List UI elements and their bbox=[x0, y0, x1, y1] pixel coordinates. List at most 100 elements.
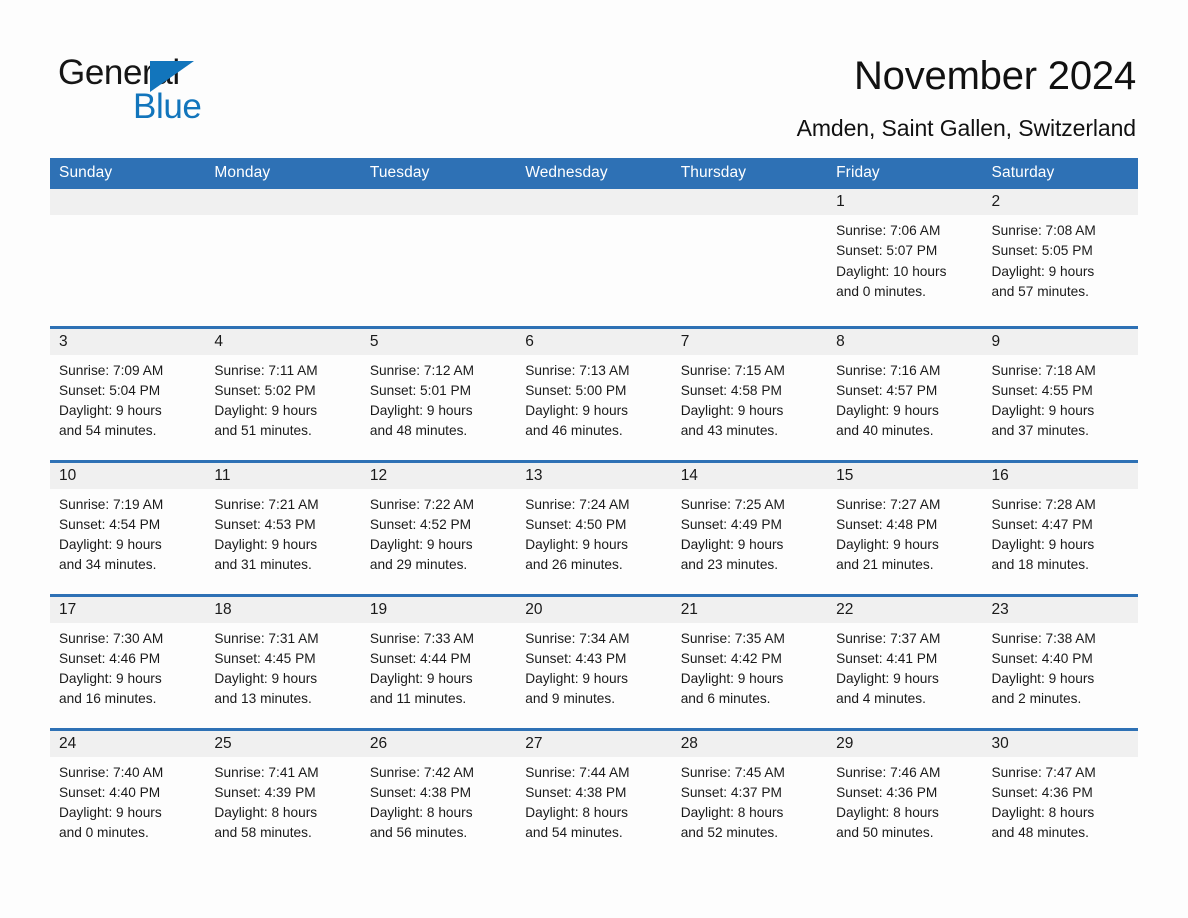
day-number: 8 bbox=[827, 328, 983, 355]
day-sun-details: Sunrise: 7:25 AM Sunset: 4:49 PM Dayligh… bbox=[680, 496, 785, 573]
day-number: 4 bbox=[205, 328, 361, 355]
page-title: November 2024 bbox=[853, 54, 1136, 98]
day-sun-details bbox=[361, 215, 516, 221]
calendar-day-cell[interactable]: 14 Sunrise: 7:25 AM Sunset: 4:49 PM Dayli… bbox=[671, 459, 828, 595]
weekday-header-saturday: Saturday bbox=[982, 158, 1138, 189]
day-sun-details: Sunrise: 7:27 AM Sunset: 4:48 PM Dayligh… bbox=[836, 496, 941, 573]
calendar-body: 1 Sunrise: 7:06 AM Sunset: 5:07 PM Daylig… bbox=[50, 189, 1138, 857]
calendar-day-cell[interactable]: 10 Sunrise: 7:19 AM Sunset: 4:54 PM Dayli… bbox=[50, 459, 206, 595]
day-sun-details: Sunrise: 7:45 AM Sunset: 4:37 PM Dayligh… bbox=[680, 764, 785, 841]
weekday-header-wednesday: Wednesday bbox=[516, 158, 672, 189]
day-sun-details: Sunrise: 7:30 AM Sunset: 4:46 PM Dayligh… bbox=[59, 630, 164, 707]
calendar-day-cell[interactable]: 24 Sunrise: 7:40 AM Sunset: 4:40 PM Dayli… bbox=[50, 727, 206, 857]
calendar-day-cell[interactable]: 20 Sunrise: 7:34 AM Sunset: 4:43 PM Dayli… bbox=[516, 593, 672, 729]
calendar-header-row: Sunday Monday Tuesday Wednesday Thursday… bbox=[50, 158, 1138, 189]
day-sun-details: Sunrise: 7:15 AM Sunset: 4:58 PM Dayligh… bbox=[680, 362, 785, 439]
calendar-day-cell[interactable]: 7 Sunrise: 7:15 AM Sunset: 4:58 PM Daylig… bbox=[671, 325, 828, 461]
day-number bbox=[516, 189, 672, 215]
day-number: 5 bbox=[360, 328, 517, 355]
day-number: 28 bbox=[671, 730, 828, 757]
calendar-page: General Blue November 2024 Amden, Saint … bbox=[0, 0, 1188, 918]
calendar-day-cell[interactable]: 29 Sunrise: 7:46 AM Sunset: 4:36 PM Dayli… bbox=[827, 727, 983, 857]
day-sun-details: Sunrise: 7:11 AM Sunset: 5:02 PM Dayligh… bbox=[214, 362, 318, 439]
calendar-week-row: 24 Sunrise: 7:40 AM Sunset: 4:40 PM Dayli… bbox=[50, 727, 1138, 857]
day-sun-details: Sunrise: 7:28 AM Sunset: 4:47 PM Dayligh… bbox=[991, 496, 1096, 573]
calendar-day-cell-empty bbox=[50, 189, 206, 327]
calendar-day-cell[interactable]: 25 Sunrise: 7:41 AM Sunset: 4:39 PM Dayli… bbox=[205, 727, 361, 857]
calendar-week-row: 3 Sunrise: 7:09 AM Sunset: 5:04 PM Daylig… bbox=[50, 325, 1138, 461]
day-number: 18 bbox=[205, 596, 361, 623]
day-sun-details: Sunrise: 7:31 AM Sunset: 4:45 PM Dayligh… bbox=[214, 630, 319, 707]
day-number: 6 bbox=[516, 328, 672, 355]
calendar-day-cell[interactable]: 4 Sunrise: 7:11 AM Sunset: 5:02 PM Daylig… bbox=[205, 325, 361, 461]
day-sun-details: Sunrise: 7:16 AM Sunset: 4:57 PM Dayligh… bbox=[836, 362, 941, 439]
calendar-day-cell[interactable]: 11 Sunrise: 7:21 AM Sunset: 4:53 PM Dayli… bbox=[205, 459, 361, 595]
day-sun-details: Sunrise: 7:09 AM Sunset: 5:04 PM Dayligh… bbox=[59, 362, 164, 439]
calendar-week-row: 17 Sunrise: 7:30 AM Sunset: 4:46 PM Dayli… bbox=[50, 593, 1138, 729]
day-sun-details bbox=[516, 215, 671, 221]
calendar-day-cell[interactable]: 18 Sunrise: 7:31 AM Sunset: 4:45 PM Dayli… bbox=[205, 593, 361, 729]
calendar-day-cell[interactable]: 12 Sunrise: 7:22 AM Sunset: 4:52 PM Dayli… bbox=[360, 459, 517, 595]
calendar-day-cell[interactable]: 26 Sunrise: 7:42 AM Sunset: 4:38 PM Dayli… bbox=[360, 727, 517, 857]
weekday-header-thursday: Thursday bbox=[671, 158, 828, 189]
day-sun-details: Sunrise: 7:46 AM Sunset: 4:36 PM Dayligh… bbox=[836, 764, 941, 841]
calendar-day-cell[interactable]: 30 Sunrise: 7:47 AM Sunset: 4:36 PM Dayli… bbox=[982, 727, 1138, 857]
weekday-header-friday: Friday bbox=[827, 158, 983, 189]
day-number bbox=[50, 189, 206, 215]
calendar-day-cell[interactable]: 27 Sunrise: 7:44 AM Sunset: 4:38 PM Dayli… bbox=[516, 727, 672, 857]
day-number: 24 bbox=[50, 730, 206, 757]
calendar-day-cell[interactable]: 23 Sunrise: 7:38 AM Sunset: 4:40 PM Dayli… bbox=[982, 593, 1138, 729]
calendar-day-cell[interactable]: 2 Sunrise: 7:08 AM Sunset: 5:05 PM Daylig… bbox=[982, 189, 1138, 327]
day-number: 9 bbox=[982, 328, 1138, 355]
title-block: November 2024 Amden, Saint Gallen, Switz… bbox=[436, 52, 1137, 142]
calendar-day-cell[interactable]: 21 Sunrise: 7:35 AM Sunset: 4:42 PM Dayli… bbox=[671, 593, 828, 729]
day-sun-details: Sunrise: 7:40 AM Sunset: 4:40 PM Dayligh… bbox=[59, 764, 164, 841]
day-number: 17 bbox=[50, 596, 206, 623]
calendar-day-cell[interactable]: 8 Sunrise: 7:16 AM Sunset: 4:57 PM Daylig… bbox=[827, 325, 983, 461]
calendar-day-cell[interactable]: 6 Sunrise: 7:13 AM Sunset: 5:00 PM Daylig… bbox=[516, 325, 672, 461]
calendar-day-cell[interactable]: 17 Sunrise: 7:30 AM Sunset: 4:46 PM Dayli… bbox=[50, 593, 206, 729]
calendar-day-cell-empty bbox=[360, 189, 517, 327]
day-number bbox=[205, 189, 361, 215]
day-sun-details: Sunrise: 7:13 AM Sunset: 5:00 PM Dayligh… bbox=[525, 362, 630, 439]
weekday-header-tuesday: Tuesday bbox=[360, 158, 517, 189]
location-subtitle: Amden, Saint Gallen, Switzerland bbox=[796, 115, 1137, 141]
day-number: 19 bbox=[360, 596, 517, 623]
day-number: 14 bbox=[671, 462, 828, 489]
day-number: 26 bbox=[360, 730, 517, 757]
day-sun-details bbox=[672, 215, 827, 221]
calendar-day-cell[interactable]: 15 Sunrise: 7:27 AM Sunset: 4:48 PM Dayli… bbox=[827, 459, 983, 595]
day-sun-details: Sunrise: 7:41 AM Sunset: 4:39 PM Dayligh… bbox=[214, 764, 319, 841]
sunrise-sunset-calendar: Sunday Monday Tuesday Wednesday Thursday… bbox=[50, 158, 1138, 857]
day-sun-details: Sunrise: 7:37 AM Sunset: 4:41 PM Dayligh… bbox=[836, 630, 941, 707]
calendar-day-cell[interactable]: 28 Sunrise: 7:45 AM Sunset: 4:37 PM Dayli… bbox=[671, 727, 828, 857]
day-number: 29 bbox=[827, 730, 983, 757]
calendar-day-cell[interactable]: 3 Sunrise: 7:09 AM Sunset: 5:04 PM Daylig… bbox=[50, 325, 206, 461]
day-number: 25 bbox=[205, 730, 361, 757]
weekday-header-sunday: Sunday bbox=[50, 158, 206, 189]
day-sun-details: Sunrise: 7:47 AM Sunset: 4:36 PM Dayligh… bbox=[991, 764, 1096, 841]
calendar-day-cell[interactable]: 1 Sunrise: 7:06 AM Sunset: 5:07 PM Daylig… bbox=[827, 189, 983, 327]
day-number: 27 bbox=[516, 730, 672, 757]
day-sun-details: Sunrise: 7:24 AM Sunset: 4:50 PM Dayligh… bbox=[525, 496, 630, 573]
calendar-day-cell[interactable]: 9 Sunrise: 7:18 AM Sunset: 4:55 PM Daylig… bbox=[982, 325, 1138, 461]
day-sun-details: Sunrise: 7:44 AM Sunset: 4:38 PM Dayligh… bbox=[525, 764, 630, 841]
day-sun-details bbox=[50, 215, 205, 221]
calendar-day-cell[interactable]: 22 Sunrise: 7:37 AM Sunset: 4:41 PM Dayli… bbox=[827, 593, 983, 729]
general-blue-logo[interactable]: General Blue bbox=[58, 52, 278, 128]
day-sun-details: Sunrise: 7:42 AM Sunset: 4:38 PM Dayligh… bbox=[369, 764, 475, 841]
day-number: 1 bbox=[827, 189, 983, 215]
logo-text-blue: Blue bbox=[133, 87, 202, 126]
day-number: 7 bbox=[671, 328, 828, 355]
day-sun-details: Sunrise: 7:06 AM Sunset: 5:07 PM Dayligh… bbox=[836, 223, 947, 299]
calendar-day-cell[interactable]: 13 Sunrise: 7:24 AM Sunset: 4:50 PM Dayli… bbox=[516, 459, 672, 595]
calendar-day-cell[interactable]: 5 Sunrise: 7:12 AM Sunset: 5:01 PM Daylig… bbox=[360, 325, 517, 461]
day-number: 12 bbox=[360, 462, 517, 489]
day-sun-details: Sunrise: 7:38 AM Sunset: 4:40 PM Dayligh… bbox=[991, 630, 1096, 707]
page-header: General Blue November 2024 Amden, Saint … bbox=[0, 0, 1188, 152]
day-number bbox=[671, 189, 828, 215]
day-number: 11 bbox=[205, 462, 361, 489]
calendar-day-cell[interactable]: 19 Sunrise: 7:33 AM Sunset: 4:44 PM Dayli… bbox=[360, 593, 517, 729]
calendar-day-cell[interactable]: 16 Sunrise: 7:28 AM Sunset: 4:47 PM Dayli… bbox=[982, 459, 1138, 595]
day-number: 10 bbox=[50, 462, 206, 489]
